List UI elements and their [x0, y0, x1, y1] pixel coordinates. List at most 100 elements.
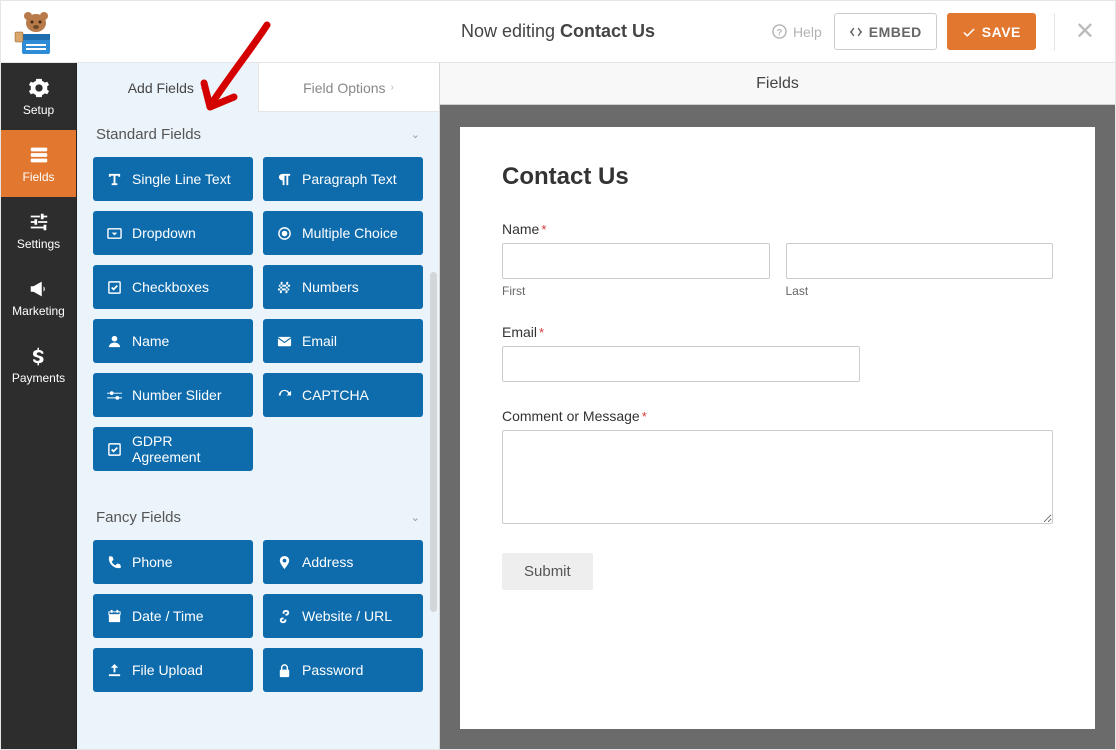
save-button[interactable]: SAVE	[947, 13, 1036, 50]
nav-setup[interactable]: Setup	[1, 63, 76, 130]
section-fancy-fields[interactable]: Fancy Fields ⌄	[93, 489, 423, 540]
section-standard-fields-label: Standard Fields	[96, 126, 201, 143]
editing-title: Now editing Contact Us	[461, 21, 655, 42]
required-mark: *	[539, 325, 544, 340]
preview-header: Fields	[440, 63, 1115, 105]
nav-settings[interactable]: Settings	[1, 197, 76, 264]
nav-payments[interactable]: Payments	[1, 331, 76, 398]
standard-fields-grid: Single Line Text Paragraph Text Dropdown…	[93, 157, 423, 471]
field-paragraph-text[interactable]: Paragraph Text	[263, 157, 423, 201]
embed-label: EMBED	[869, 24, 922, 40]
field-address[interactable]: Address	[263, 540, 423, 584]
calendar-icon	[107, 609, 122, 624]
dropdown-icon	[107, 226, 122, 241]
editing-prefix: Now editing	[461, 21, 560, 41]
comment-label: Comment or Message*	[502, 408, 1053, 424]
user-icon	[107, 334, 122, 349]
text-icon	[107, 172, 122, 187]
gear-icon	[28, 77, 50, 99]
last-name-input[interactable]	[786, 243, 1054, 279]
phone-icon	[107, 555, 122, 570]
form-field-email[interactable]: Email*	[502, 324, 1053, 382]
field-name[interactable]: Name	[93, 319, 253, 363]
code-icon	[849, 25, 863, 39]
first-name-input[interactable]	[502, 243, 770, 279]
editing-title-text: Contact Us	[560, 21, 655, 41]
marker-icon	[277, 555, 292, 570]
nav-payments-label: Payments	[12, 371, 65, 385]
check-square-icon	[107, 442, 122, 457]
comment-textarea[interactable]	[502, 430, 1053, 524]
field-number-slider[interactable]: Number Slider	[93, 373, 253, 417]
form-icon	[28, 144, 50, 166]
radio-icon	[277, 226, 292, 241]
hash-icon	[277, 280, 292, 295]
help-label: Help	[793, 24, 822, 40]
chevron-down-icon: ⌄	[411, 511, 420, 524]
email-label: Email*	[502, 324, 1053, 340]
fancy-fields-grid: Phone Address Date / Time Website / URL …	[93, 540, 423, 692]
refresh-icon	[277, 388, 292, 403]
dollar-icon	[30, 345, 48, 367]
field-single-line-text[interactable]: Single Line Text	[93, 157, 253, 201]
form-preview-canvas[interactable]: Contact Us Name* First Last	[460, 127, 1095, 729]
sliders-icon	[107, 388, 122, 403]
required-mark: *	[642, 409, 647, 424]
tab-add-fields-label: Add Fields	[128, 80, 194, 96]
form-field-comment[interactable]: Comment or Message*	[502, 408, 1053, 527]
email-input[interactable]	[502, 346, 860, 382]
field-gdpr[interactable]: GDPR Agreement	[93, 427, 253, 471]
lock-icon	[277, 663, 292, 678]
preview-column: Fields Contact Us Name* First	[440, 63, 1115, 749]
chevron-right-icon: ›	[391, 82, 394, 93]
name-label: Name*	[502, 221, 1053, 237]
required-mark: *	[541, 222, 546, 237]
chevron-down-icon: ⌄	[199, 82, 207, 93]
field-phone[interactable]: Phone	[93, 540, 253, 584]
field-captcha[interactable]: CAPTCHA	[263, 373, 423, 417]
field-file-upload[interactable]: File Upload	[93, 648, 253, 692]
sliders-icon	[28, 211, 50, 233]
field-checkboxes[interactable]: Checkboxes	[93, 265, 253, 309]
section-standard-fields[interactable]: Standard Fields ⌄	[93, 112, 423, 157]
nav-rail: Setup Fields Settings Marketing Payments	[1, 63, 77, 749]
close-icon: ✕	[1075, 17, 1095, 46]
field-password[interactable]: Password	[263, 648, 423, 692]
envelope-icon	[277, 334, 292, 349]
nav-settings-label: Settings	[17, 237, 60, 251]
submit-button[interactable]: Submit	[502, 553, 593, 590]
field-dropdown[interactable]: Dropdown	[93, 211, 253, 255]
link-icon	[277, 609, 292, 624]
checkbox-icon	[107, 280, 122, 295]
field-website[interactable]: Website / URL	[263, 594, 423, 638]
field-date-time[interactable]: Date / Time	[93, 594, 253, 638]
field-numbers[interactable]: Numbers	[263, 265, 423, 309]
nav-fields-label: Fields	[22, 170, 54, 184]
form-title: Contact Us	[502, 163, 1053, 191]
top-bar: Now editing Contact Us ? Help EMBED SAVE…	[1, 1, 1115, 63]
nav-marketing[interactable]: Marketing	[1, 264, 76, 331]
last-sublabel: Last	[786, 284, 1054, 298]
nav-fields[interactable]: Fields	[1, 130, 76, 197]
nav-setup-label: Setup	[23, 103, 54, 117]
close-button[interactable]: ✕	[1054, 13, 1095, 51]
first-sublabel: First	[502, 284, 770, 298]
nav-marketing-label: Marketing	[12, 304, 65, 318]
form-field-name[interactable]: Name* First Last	[502, 221, 1053, 298]
field-multiple-choice[interactable]: Multiple Choice	[263, 211, 423, 255]
help-link[interactable]: ? Help	[772, 24, 822, 40]
wpforms-logo	[9, 5, 63, 59]
svg-text:?: ?	[777, 27, 783, 37]
megaphone-icon	[28, 278, 50, 300]
tab-add-fields[interactable]: Add Fields ⌄	[77, 63, 258, 112]
check-icon	[962, 25, 976, 39]
field-email[interactable]: Email	[263, 319, 423, 363]
preview-header-label: Fields	[756, 75, 799, 93]
chevron-down-icon: ⌄	[411, 128, 420, 141]
embed-button[interactable]: EMBED	[834, 13, 937, 50]
upload-icon	[107, 663, 122, 678]
fields-panel: Add Fields ⌄ Field Options ›	[77, 63, 440, 749]
paragraph-icon	[277, 172, 292, 187]
tab-field-options[interactable]: Field Options ›	[258, 63, 439, 112]
help-icon: ?	[772, 24, 787, 39]
